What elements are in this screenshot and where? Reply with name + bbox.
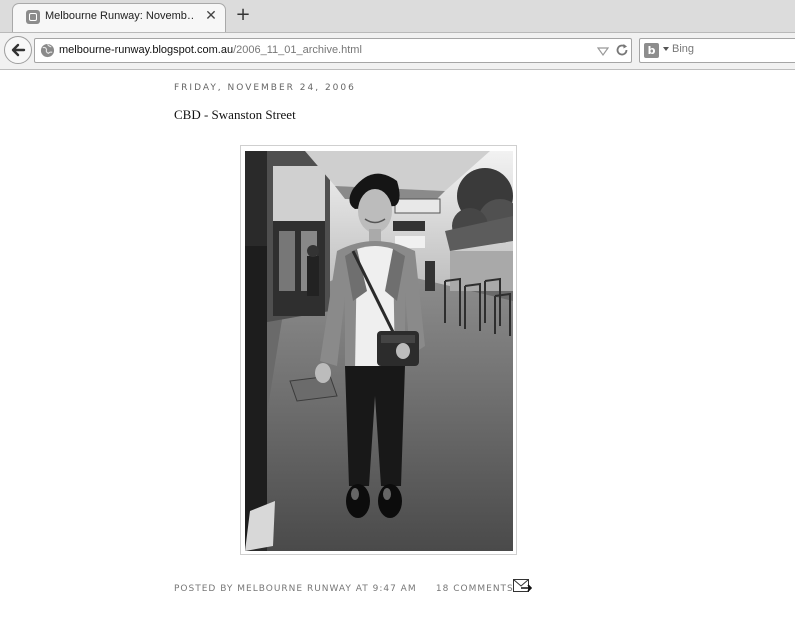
tab-title: Melbourne Runway: Novemb… — [45, 10, 195, 22]
post-footer: POSTED BY MELBOURNE RUNWAY AT 9:47 AM 18… — [174, 584, 514, 594]
posted-by-label: POSTED BY — [174, 584, 234, 594]
search-input[interactable] — [672, 43, 782, 55]
address-bar[interactable]: melbourne-runway.blogspot.com.au/2006_11… — [34, 38, 632, 63]
back-button[interactable] — [4, 36, 32, 64]
reload-icon[interactable] — [615, 43, 629, 57]
engine-dropdown-icon[interactable] — [663, 47, 669, 51]
search-bar[interactable]: b — [639, 38, 795, 63]
author-link[interactable]: MELBOURNE RUNWAY — [237, 584, 352, 594]
photo-illustration — [245, 151, 513, 551]
comments-link[interactable]: 18 COMMENTS — [436, 584, 514, 594]
post-time-link[interactable]: 9:47 AM — [373, 584, 417, 594]
photo-frame[interactable] — [240, 145, 517, 555]
url-path: /2006_11_01_archive.html — [233, 44, 362, 56]
street-fashion-photo[interactable] — [245, 151, 513, 551]
email-post-icon[interactable] — [513, 579, 532, 593]
close-tab-icon[interactable]: ✕ — [203, 8, 219, 24]
blogger-icon — [26, 10, 40, 24]
browser-tab[interactable]: Melbourne Runway: Novemb… ✕ — [12, 3, 226, 32]
dropdown-triangle-icon[interactable] — [597, 45, 609, 57]
new-tab-button[interactable]: + — [234, 5, 252, 25]
at-label: AT — [355, 584, 369, 594]
navigation-toolbar: melbourne-runway.blogspot.com.au/2006_11… — [0, 33, 795, 70]
bing-icon[interactable]: b — [644, 43, 659, 58]
date-header: FRIDAY, NOVEMBER 24, 2006 — [174, 83, 356, 93]
post-title: CBD - Swanston Street — [174, 107, 296, 122]
back-arrow-icon — [11, 43, 26, 57]
url-host: melbourne-runway.blogspot.com.au — [59, 44, 234, 56]
globe-icon — [40, 43, 55, 58]
tab-strip: Melbourne Runway: Novemb… ✕ + — [0, 0, 795, 33]
url-text[interactable]: melbourne-runway.blogspot.com.au/2006_11… — [59, 44, 362, 56]
